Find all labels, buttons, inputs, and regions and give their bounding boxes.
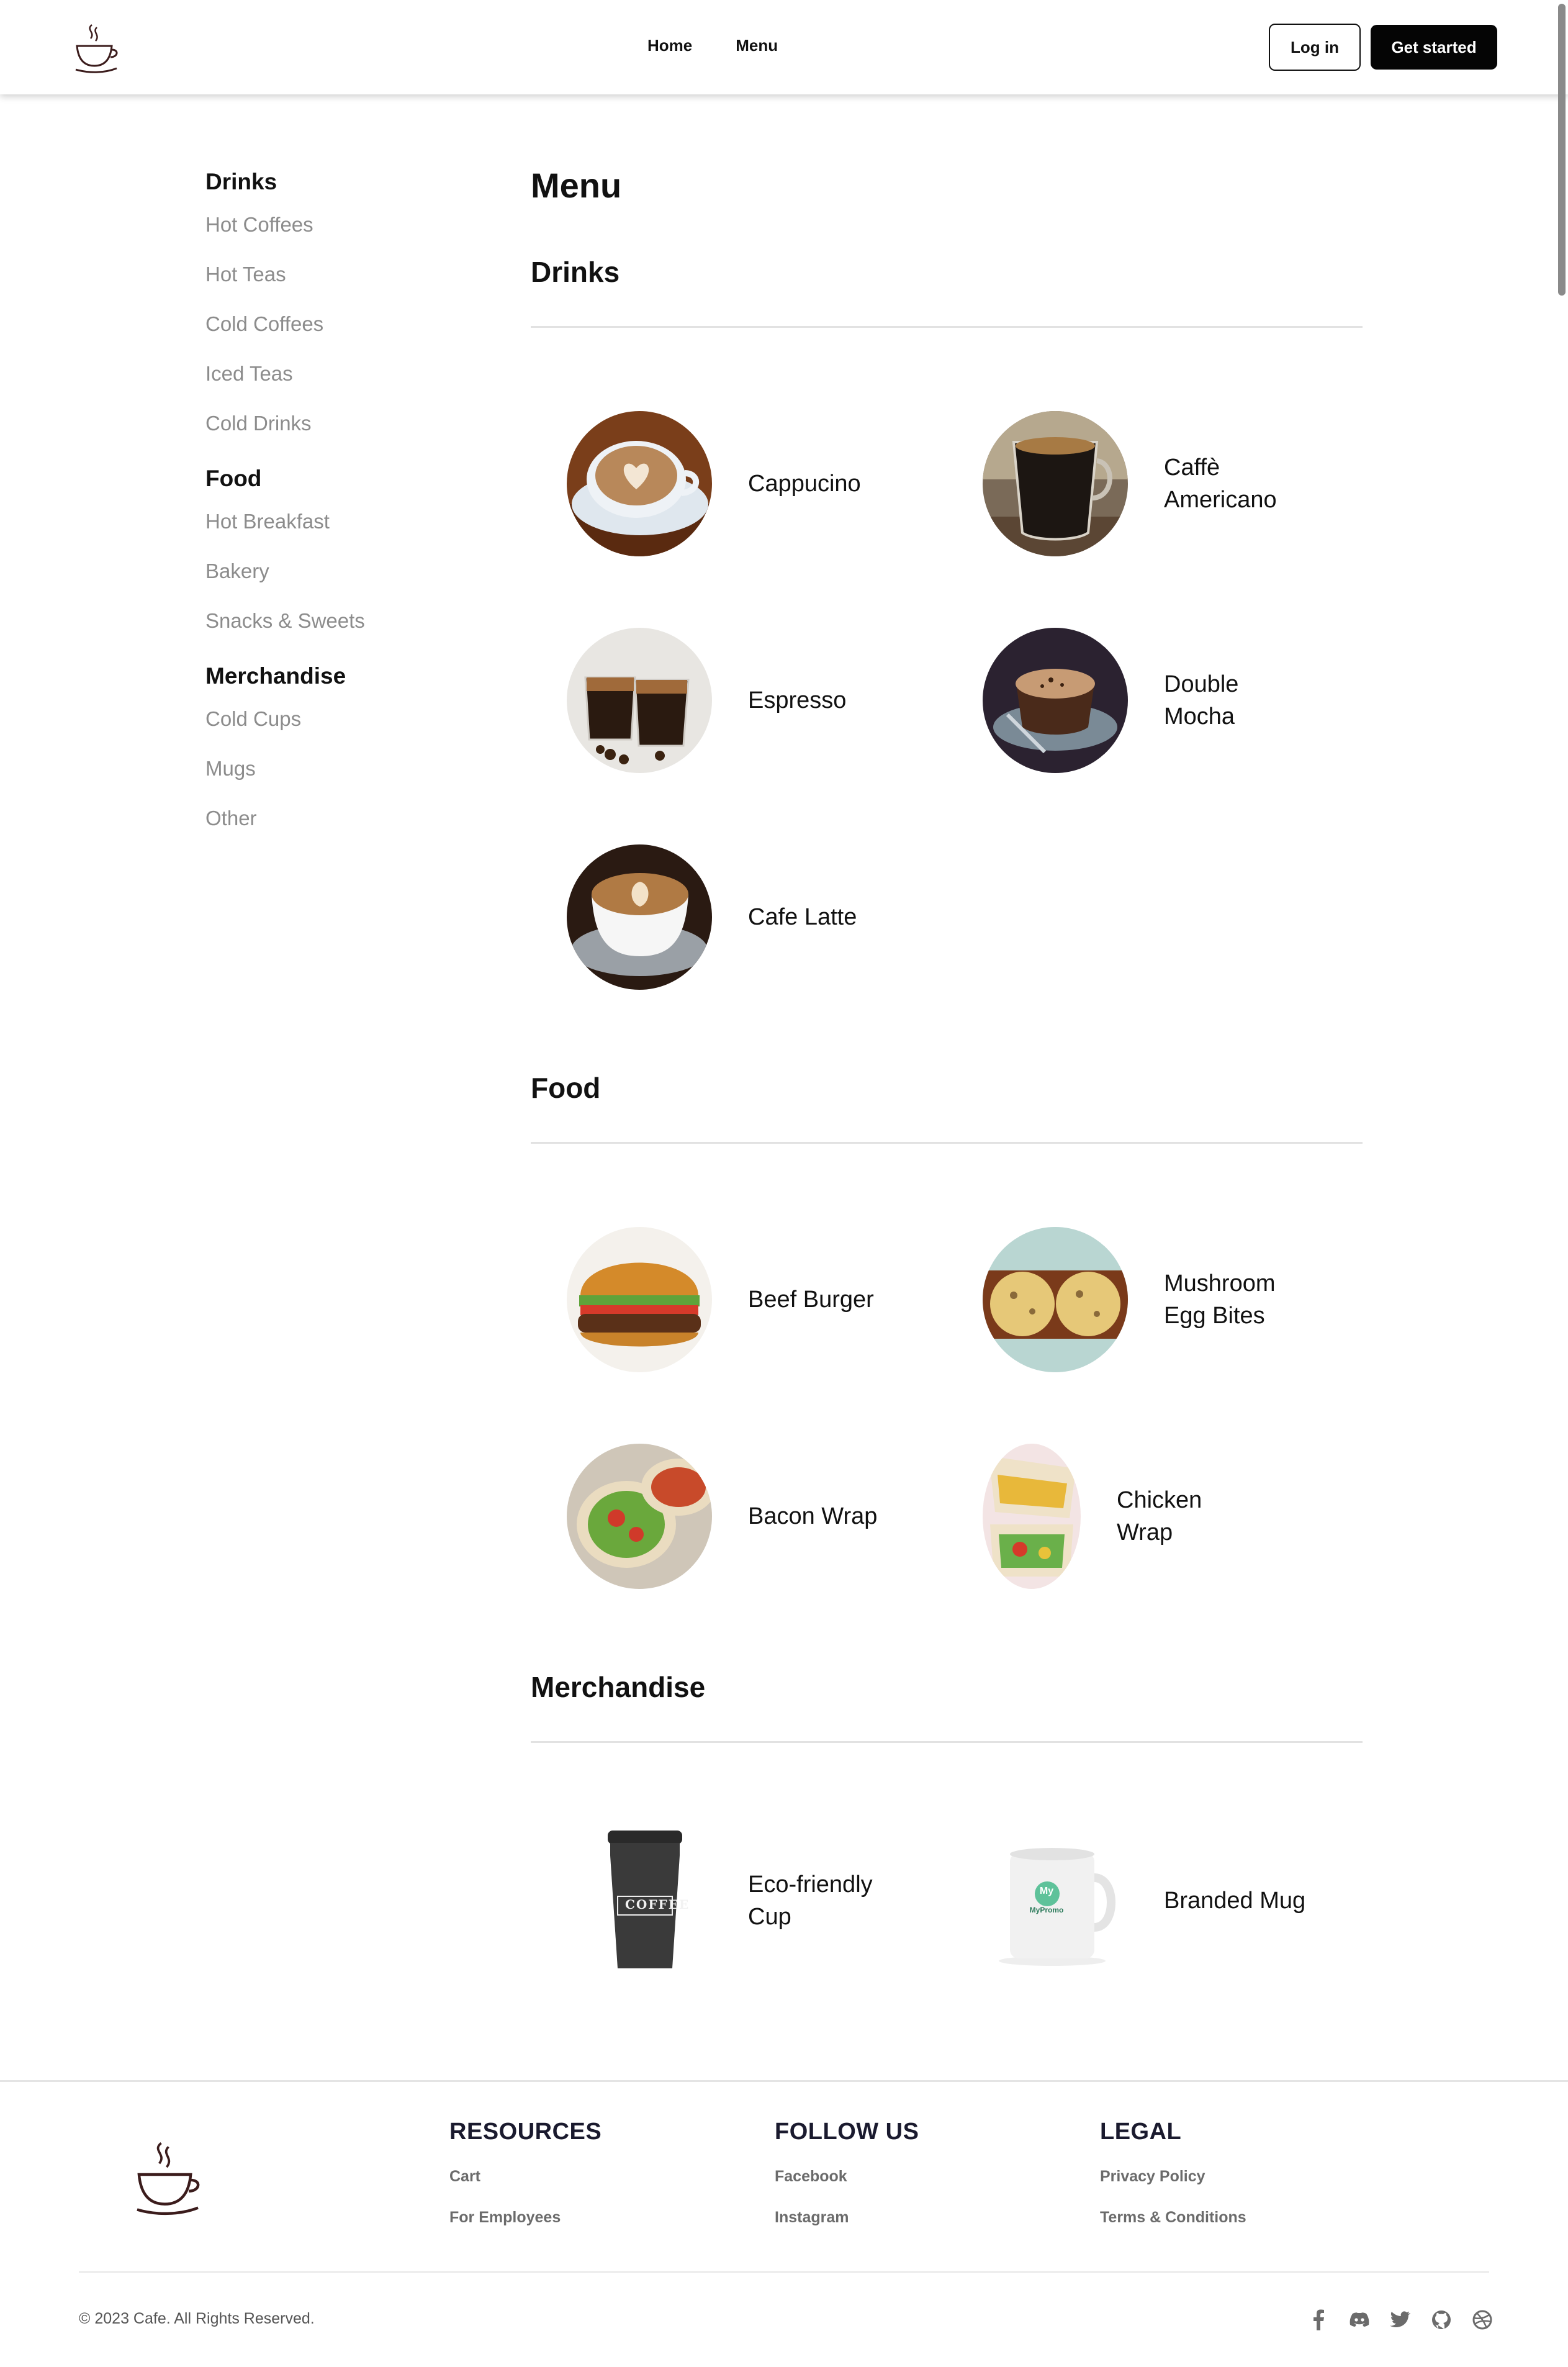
menu-item-name: Cafe Latte [748,904,857,930]
menu-item-name: Cappucino [748,471,861,497]
section-divider [531,326,1363,328]
menu-item-double-mocha[interactable]: Double Mocha [983,628,1307,773]
footer-link-for-employees[interactable]: For Employees [449,2205,602,2246]
page-title: Menu [531,166,622,205]
footer-bottom-divider [79,2271,1489,2273]
menu-item-espresso[interactable]: Espresso [567,628,891,773]
menu-item-name: Chicken Wrap [1117,1487,1202,1546]
coffee-cup-logo-icon[interactable] [73,21,119,73]
chicken-wrap-photo [983,1444,1081,1589]
espresso-photo [567,628,712,773]
social-links [1307,2309,1494,2331]
section-title-food: Food [531,1072,601,1104]
menu-item-name: Branded Mug [1164,1888,1306,1914]
footer-link-cart[interactable]: Cart [449,2164,602,2205]
sidebar-item-mugs[interactable]: Mugs [205,744,466,794]
menu-item-mushroom-egg-bites[interactable]: Mushroom Egg Bites [983,1227,1307,1372]
copyright-text: © 2023 Cafe. All Rights Reserved. [79,2310,315,2327]
menu-item-name: Double Mocha [1164,671,1239,730]
sidebar-item-bakery[interactable]: Bakery [205,546,466,596]
menu-item-eco-friendly-cup[interactable]: Eco-friendly Cup [567,1828,891,1973]
sidebar-group-title: Merchandise [205,663,346,689]
menu-item-name: Eco-friendly Cup [748,1871,873,1930]
github-icon[interactable] [1430,2309,1453,2331]
footer-link-terms-conditions[interactable]: Terms & Conditions [1100,2205,1246,2246]
twitter-icon[interactable] [1389,2309,1412,2331]
sidebar-item-cold-coffees[interactable]: Cold Coffees [205,299,466,349]
sidebar-item-hot-coffees[interactable]: Hot Coffees [205,200,466,250]
footer-link-instagram[interactable]: Instagram [775,2205,919,2246]
sidebar-group-drinks: Drinks Hot Coffees Hot Teas Cold Coffees… [205,169,466,448]
mug-logo-print: My [1039,1886,1054,1896]
sidebar-group-title: Drinks [205,169,277,194]
latte-photo [567,844,712,990]
egg-bites-photo [983,1227,1128,1372]
menu-item-chicken-wrap[interactable]: Chicken Wrap [983,1444,1259,1589]
sidebar-item-iced-teas[interactable]: Iced Teas [205,349,466,399]
menu-item-name: Caffè Americano [1164,455,1277,513]
footer-link-facebook[interactable]: Facebook [775,2164,919,2205]
discord-icon[interactable] [1348,2309,1371,2331]
footer-col-title: LEGAL [1100,2119,1182,2145]
sidebar-group-merchandise: Merchandise Cold Cups Mugs Other [205,663,466,843]
get-started-button[interactable]: Get started [1371,25,1497,70]
page-scrollbar[interactable] [1558,4,1566,296]
sidebar-item-cold-cups[interactable]: Cold Cups [205,694,466,744]
section-divider [531,1142,1363,1144]
section-title-merchandise: Merchandise [531,1671,706,1703]
sidebar-item-hot-teas[interactable]: Hot Teas [205,250,466,299]
burger-photo [567,1227,712,1372]
nav-home-link[interactable]: Home [647,36,692,55]
login-button[interactable]: Log in [1269,24,1361,71]
sidebar-group-title: Food [205,466,262,491]
bacon-wrap-photo [567,1444,712,1589]
menu-item-bacon-wrap[interactable]: Bacon Wrap [567,1444,891,1589]
main-nav: Home Menu [647,36,778,55]
menu-item-beef-burger[interactable]: Beef Burger [567,1227,891,1372]
sidebar-item-other[interactable]: Other [205,794,466,843]
menu-item-name: Bacon Wrap [748,1503,878,1529]
sidebar-item-hot-breakfast[interactable]: Hot Breakfast [205,497,466,546]
footer-col-title: FOLLOW US [775,2119,919,2145]
mocha-photo [983,628,1128,773]
sidebar-item-snacks-sweets[interactable]: Snacks & Sweets [205,596,466,646]
americano-photo [983,411,1128,556]
footer-link-privacy-policy[interactable]: Privacy Policy [1100,2164,1246,2205]
top-navbar: Home Menu Log in Get started [0,0,1568,94]
menu-item-name: Mushroom Egg Bites [1164,1270,1276,1329]
menu-item-name: Espresso [748,687,847,713]
facebook-icon[interactable] [1307,2309,1330,2331]
menu-item-name: Beef Burger [748,1287,874,1313]
nav-menu-link[interactable]: Menu [736,36,778,55]
sidebar-item-cold-drinks[interactable]: Cold Drinks [205,399,466,448]
footer-col-follow-us: FOLLOW US Facebook Instagram [775,2119,919,2246]
menu-item-caffe-americano[interactable]: Caffè Americano [983,411,1307,556]
dribbble-icon[interactable] [1471,2309,1494,2331]
footer-col-title: RESOURCES [449,2119,602,2145]
mug-brand-print: MyPromo [1029,1906,1064,1914]
menu-category-sidebar: Drinks Hot Coffees Hot Teas Cold Coffees… [205,169,466,861]
sidebar-group-food: Food Hot Breakfast Bakery Snacks & Sweet… [205,466,466,646]
footer-divider [0,2080,1568,2082]
menu-item-cafe-latte[interactable]: Cafe Latte [567,844,891,990]
section-title-drinks: Drinks [531,256,620,288]
section-divider [531,1741,1363,1743]
footer-coffee-cup-logo-icon[interactable] [133,2136,202,2217]
cappuccino-photo [567,411,712,556]
menu-item-cappucino[interactable]: Cappucino [567,411,891,556]
eco-cup-print: COFFEE [625,1897,690,1912]
footer-col-legal: LEGAL Privacy Policy Terms & Conditions [1100,2119,1246,2246]
footer-col-resources: RESOURCES Cart For Employees [449,2119,602,2246]
